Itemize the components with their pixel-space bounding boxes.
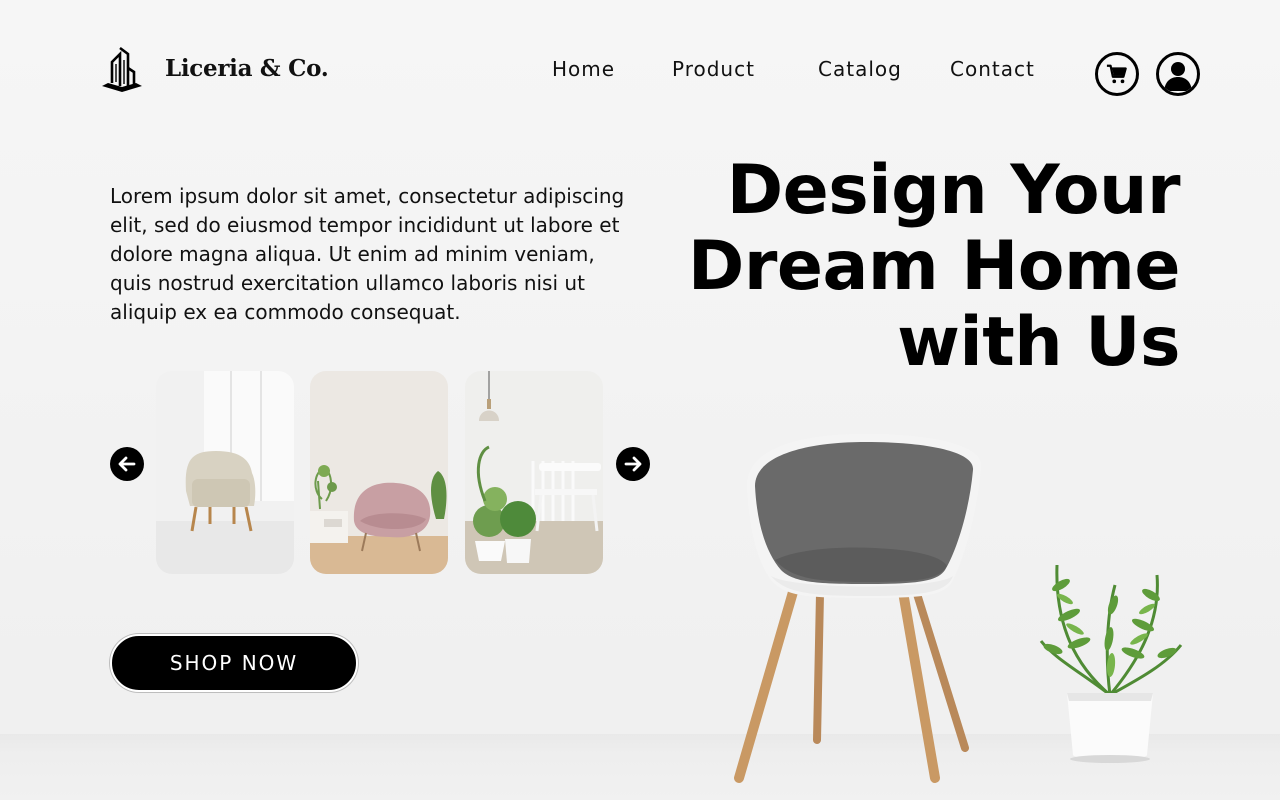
brand-name[interactable]: Liceria & Co. [165,55,329,82]
carousel-item-white-chair-plants[interactable] [465,371,603,574]
nav-catalog-link[interactable]: Catalog [818,57,902,81]
pink-armchair-image [310,371,448,574]
carousel-next-button[interactable] [616,447,650,481]
headline-line-3: with Us [897,303,1180,382]
hero-chair-image [734,434,982,783]
carousel-item-pink-armchair[interactable] [310,371,448,574]
nav-product-link[interactable]: Product [672,57,755,81]
arrow-right-icon [624,456,642,472]
arrow-left-icon [118,456,136,472]
nav-contact-link[interactable]: Contact [950,57,1035,81]
nav-home-link[interactable]: Home [552,57,615,81]
cart-icon [1106,64,1127,84]
beige-armchair-image [156,371,294,574]
hero-description: Lorem ipsum dolor sit amet, consectetur … [110,184,625,324]
headline-line-2: Dream Home [687,227,1181,306]
fern-plant-image [1039,564,1183,763]
headline-line-1: Design Your [726,151,1181,230]
user-account-button[interactable] [1156,52,1200,96]
white-chair-plants-image [465,371,603,574]
shop-now-button[interactable]: SHOP NOW [110,634,358,692]
user-icon [1164,62,1192,91]
cart-button[interactable] [1095,52,1139,96]
building-logo-icon[interactable] [100,46,144,94]
hero-headline: Design Your Dream Home with Us [620,151,1181,382]
carousel-item-beige-armchair[interactable] [156,371,294,574]
carousel-prev-button[interactable] [110,447,144,481]
